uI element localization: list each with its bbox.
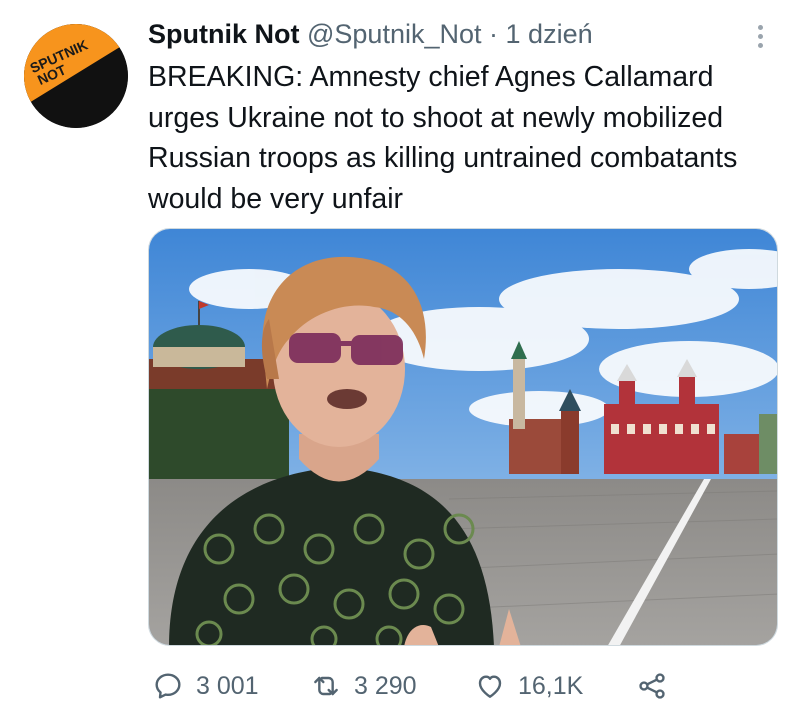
retweet-icon <box>314 676 338 696</box>
tweet-photo[interactable] <box>148 228 778 646</box>
user-handle[interactable]: @Sputnik_Not <box>307 19 482 49</box>
heart-icon <box>478 675 502 698</box>
retweet-button[interactable]: 3 290 <box>310 664 417 708</box>
avatar[interactable]: SPUTNIK NOT <box>24 24 128 128</box>
retweet-count: 3 290 <box>354 671 417 700</box>
reply-icon <box>155 673 181 699</box>
like-button[interactable]: 16,1K <box>474 664 583 708</box>
reply-button[interactable]: 3 001 <box>152 664 259 708</box>
like-count: 16,1K <box>518 671 584 700</box>
sputnik-logo: SPUTNIK NOT <box>24 24 128 128</box>
separator-dot: · <box>489 19 499 49</box>
tweet-text: BREAKING: Amnesty chief Agnes Callamard … <box>148 61 738 215</box>
tweet-actions: 3 001 3 290 16,1K <box>148 664 768 708</box>
more-dots-icon[interactable] <box>748 20 772 52</box>
share-icon <box>639 673 665 699</box>
share-button[interactable] <box>636 664 668 708</box>
display-name[interactable]: Sputnik Not <box>148 19 299 49</box>
tweet-header: Sputnik Not @Sputnik_Not · 1 dzień <box>148 16 748 52</box>
reply-count: 3 001 <box>196 671 259 700</box>
timestamp[interactable]: 1 dzień <box>506 19 593 49</box>
